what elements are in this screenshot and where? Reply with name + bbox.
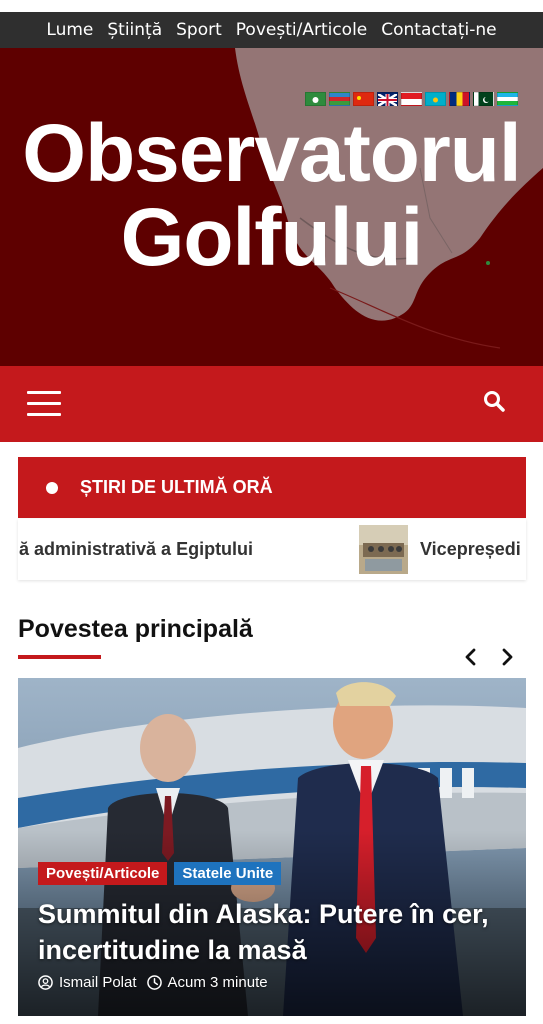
ticker-item-1[interactable]: lă administrativă a Egiptului — [18, 539, 253, 560]
nav-item-lume[interactable]: Lume — [46, 20, 93, 40]
flag-arabic-icon[interactable] — [305, 92, 326, 106]
site-header-banner: Observatorul Golfului — [0, 48, 543, 366]
category-badge-statele-unite[interactable]: Statele Unite — [174, 862, 282, 885]
breaking-news-bar: ȘTIRI DE ULTIMĂ ORĂ — [18, 457, 526, 518]
section-title: Povestea principală — [18, 615, 253, 643]
story-author[interactable]: Ismail Polat — [59, 974, 137, 991]
main-navigation: Lume Știință Sport Povești/Articole Cont… — [0, 12, 543, 48]
story-meta: Ismail Polat Acum 3 minute — [38, 974, 268, 991]
flag-kazakhstan-icon[interactable] — [425, 92, 446, 106]
user-icon — [38, 975, 53, 990]
category-badge-povesti[interactable]: Povești/Articole — [38, 862, 168, 885]
section-title-underline — [18, 655, 101, 659]
clock-icon — [146, 975, 162, 990]
main-story-card[interactable]: Povești/Articole Statele Unite Summitul … — [18, 678, 526, 1016]
breaking-news-label: ȘTIRI DE ULTIMĂ ORĂ — [80, 477, 273, 497]
news-ticker: lă administrativă a Egiptului Vicepreșed… — [18, 519, 526, 580]
flag-indonesia-icon[interactable] — [401, 92, 422, 106]
site-title-line-1: Observatorul — [22, 108, 521, 199]
search-icon[interactable] — [482, 389, 506, 413]
ticker-item-2[interactable]: Vicepreședi — [420, 539, 521, 560]
flag-pakistan-icon[interactable] — [473, 92, 494, 106]
flag-romania-icon[interactable] — [449, 92, 470, 106]
chevron-left-icon[interactable] — [460, 646, 482, 668]
flag-azerbaijan-icon[interactable] — [329, 92, 350, 106]
chevron-right-icon[interactable] — [496, 646, 518, 668]
story-categories: Povești/Articole Statele Unite — [38, 862, 282, 885]
site-title[interactable]: Observatorul Golfului — [0, 112, 543, 280]
story-time: Acum 3 minute — [167, 974, 268, 991]
site-title-line-2: Golfului — [120, 192, 424, 283]
hamburger-menu-icon[interactable] — [27, 391, 61, 417]
ticker-thumbnail-image[interactable] — [359, 525, 408, 574]
nav-item-sport[interactable]: Sport — [176, 20, 222, 40]
live-dot-icon — [46, 481, 58, 494]
nav-item-stiinta[interactable]: Știință — [107, 20, 162, 40]
language-switcher — [305, 92, 518, 108]
nav-item-povesti-articole[interactable]: Povești/Articole — [236, 20, 367, 40]
nav-item-contact[interactable]: Contactați-ne — [381, 20, 496, 40]
flag-uk-icon[interactable] — [377, 92, 398, 108]
story-headline[interactable]: Summitul din Alaska: Putere în cer, ince… — [38, 896, 518, 968]
main-toolbar — [0, 366, 543, 442]
flag-china-icon[interactable] — [353, 92, 374, 106]
flag-uzbekistan-icon[interactable] — [497, 92, 518, 106]
top-strip — [0, 0, 543, 12]
